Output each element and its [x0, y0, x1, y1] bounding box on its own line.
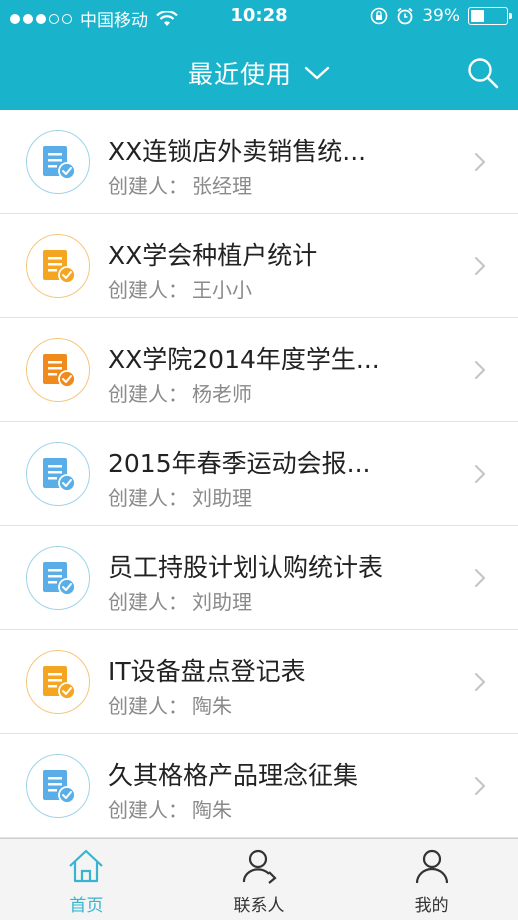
search-icon[interactable] [466, 56, 500, 90]
tab-contacts-label: 联系人 [233, 896, 285, 916]
chevron-right-icon [475, 569, 485, 587]
form-document-icon [26, 442, 90, 506]
form-document-icon [26, 338, 90, 402]
home-icon [69, 849, 104, 883]
tab-home-label: 首页 [69, 896, 104, 916]
form-document-icon [26, 234, 90, 298]
form-document-icon [26, 130, 90, 194]
form-document-icon [26, 754, 90, 818]
list-item-creator: 创建人： 张经理 [108, 170, 256, 199]
creator-name: 张经理 [192, 174, 252, 198]
list-item-title: XX学会种植户统计 [108, 241, 318, 270]
creator-name: 陶朱 [192, 694, 232, 718]
status-bar: 中国移动 10:28 39% [0, 0, 518, 34]
tab-profile-label: 我的 [414, 896, 449, 916]
list-item-creator: 创建人： 杨老师 [108, 378, 256, 407]
list-item-title: 久其格格产品理念征集 [108, 761, 359, 790]
chevron-right-icon [475, 361, 485, 379]
creator-name: 陶朱 [192, 798, 232, 822]
chevron-down-icon [304, 66, 330, 80]
alarm-icon [397, 7, 413, 25]
list-item-title: 2015年春季运动会报... [108, 449, 371, 478]
list-item-title: XX学院2014年度学生... [108, 345, 380, 374]
chevron-right-icon [475, 777, 485, 795]
creator-label: 创建人： [108, 278, 188, 302]
list-item-creator: 创建人： 王小小 [108, 274, 256, 303]
creator-label: 创建人： [108, 174, 188, 198]
creator-label: 创建人： [108, 486, 188, 510]
list-item[interactable]: XX学院2014年度学生... 创建人： 杨老师 [0, 318, 518, 422]
form-document-icon [26, 546, 90, 610]
creator-label: 创建人： [108, 694, 188, 718]
list-item[interactable]: IT设备盘点登记表 创建人： 陶朱 [0, 630, 518, 734]
list-item[interactable]: 久其格格产品理念征集 创建人： 陶朱 [0, 734, 518, 838]
creator-name: 王小小 [192, 278, 252, 302]
creator-name: 杨老师 [192, 382, 252, 406]
list-item-creator: 创建人： 刘助理 [108, 586, 256, 615]
battery-percent: 39% [422, 6, 460, 26]
creator-label: 创建人： [108, 382, 188, 406]
header-bar: 中国移动 10:28 39% 最近使用 [0, 0, 518, 110]
rotation-lock-icon [370, 7, 388, 25]
tab-contacts[interactable]: 联系人 [173, 839, 346, 920]
creator-name: 刘助理 [192, 590, 252, 614]
creator-label: 创建人： [108, 590, 188, 614]
list-item-creator: 创建人： 刘助理 [108, 482, 256, 511]
list-item[interactable]: 2015年春季运动会报... 创建人： 刘助理 [0, 422, 518, 526]
battery-level-fill [471, 10, 484, 22]
tab-profile[interactable]: 我的 [345, 839, 518, 920]
chevron-right-icon [475, 465, 485, 483]
list-item-creator: 创建人： 陶朱 [108, 794, 236, 823]
recent-forms-list: XX连锁店外卖销售统... 创建人： 张经理 XX学会种植户统计 创建人： 王小小 XX学院… [0, 110, 518, 838]
creator-label: 创建人： [108, 798, 188, 822]
profile-icon [415, 849, 448, 884]
form-document-icon [26, 650, 90, 714]
chevron-right-icon [475, 673, 485, 691]
list-item[interactable]: 员工持股计划认购统计表 创建人： 刘助理 [0, 526, 518, 630]
page-title: 最近使用 [187, 60, 292, 89]
battery-icon [468, 7, 512, 25]
chevron-right-icon [475, 153, 485, 171]
list-item-title: IT设备盘点登记表 [108, 657, 306, 686]
list-item-title: XX连锁店外卖销售统... [108, 137, 367, 166]
list-item-creator: 创建人： 陶朱 [108, 690, 236, 719]
tab-home[interactable]: 首页 [0, 839, 173, 920]
status-right: 39% [370, 6, 512, 26]
creator-name: 刘助理 [192, 486, 252, 510]
title-dropdown[interactable]: 最近使用 [0, 50, 518, 96]
list-item[interactable]: XX学会种植户统计 创建人： 王小小 [0, 214, 518, 318]
list-item-title: 员工持股计划认购统计表 [108, 553, 384, 582]
tab-bar: 首页 联系人 我的 [0, 838, 518, 920]
list-item[interactable]: XX连锁店外卖销售统... 创建人： 张经理 [0, 110, 518, 214]
contacts-icon [242, 849, 277, 884]
chevron-right-icon [475, 257, 485, 275]
